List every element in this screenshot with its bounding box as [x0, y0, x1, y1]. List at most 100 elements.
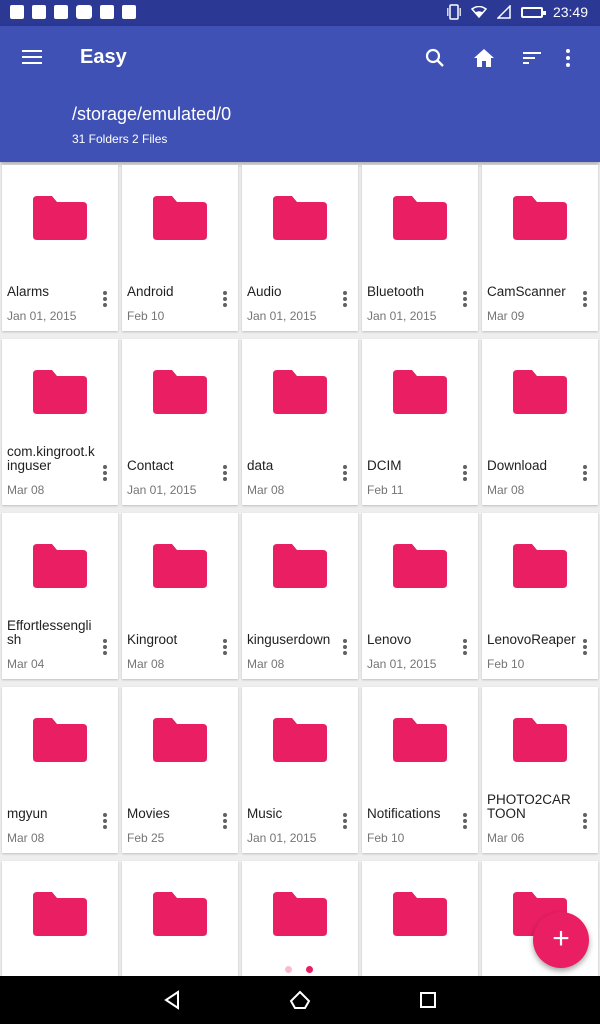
- folder-card[interactable]: Movies Feb 25: [122, 687, 238, 853]
- folder-date: Feb 10: [487, 657, 525, 671]
- more-vert-icon[interactable]: [340, 637, 350, 657]
- clock: 23:49: [552, 4, 588, 20]
- more-vert-icon[interactable]: [340, 289, 350, 309]
- folder-card[interactable]: Audio Jan 01, 2015: [242, 165, 358, 331]
- folder-name: DCIM: [367, 458, 402, 473]
- folder-card[interactable]: [2, 861, 118, 976]
- system-nav-bar: [0, 976, 600, 1024]
- folder-card[interactable]: mgyun Mar 08: [2, 687, 118, 853]
- folder-grid: Alarms Jan 01, 2015 Android Feb 10 Audio Jan …: [0, 162, 600, 976]
- more-vert-icon[interactable]: [100, 463, 110, 483]
- more-vert-icon[interactable]: [220, 463, 230, 483]
- more-vert-icon[interactable]: [100, 811, 110, 831]
- status-bar: 23:49: [0, 0, 600, 26]
- more-vert-icon[interactable]: [220, 811, 230, 831]
- more-vert-icon[interactable]: [100, 637, 110, 657]
- more-vert-icon[interactable]: [580, 289, 590, 309]
- folder-name: Lenovo: [367, 632, 412, 647]
- folder-card[interactable]: Download Mar 08: [482, 339, 598, 505]
- folder-name: kinguserdown: [247, 632, 331, 647]
- folder-card[interactable]: [122, 861, 238, 976]
- folder-card[interactable]: Music Jan 01, 2015: [242, 687, 358, 853]
- more-vert-icon[interactable]: [460, 289, 470, 309]
- more-vert-icon[interactable]: [220, 289, 230, 309]
- folder-card[interactable]: [242, 861, 358, 976]
- folder-name: data: [247, 458, 274, 473]
- folder-date: Jan 01, 2015: [367, 309, 437, 323]
- folder-card[interactable]: Notifications Feb 10: [362, 687, 478, 853]
- folder-card[interactable]: Bluetooth Jan 01, 2015: [362, 165, 478, 331]
- folder-card[interactable]: Contact Jan 01, 2015: [122, 339, 238, 505]
- image-icon: [54, 5, 68, 19]
- folder-card[interactable]: [362, 861, 478, 976]
- app-bar: Easy /storage/emulated/0 31 Folders 2 Fi…: [0, 26, 600, 162]
- current-path: /storage/emulated/0: [72, 104, 232, 124]
- folder-name: PHOTO2CARTOON: [487, 792, 571, 821]
- folder-card[interactable]: Effortlessenglish Mar 04: [2, 513, 118, 679]
- more-vert-icon[interactable]: [580, 637, 590, 657]
- home-nav-icon[interactable]: [288, 988, 312, 1012]
- folder-card[interactable]: CamScanner Mar 09: [482, 165, 598, 331]
- more-vert-icon[interactable]: [554, 44, 582, 72]
- sort-icon[interactable]: [518, 44, 546, 72]
- folder-card[interactable]: Android Feb 10: [122, 165, 238, 331]
- folder-date: Feb 11: [367, 483, 404, 497]
- folder-date: Mar 08: [127, 657, 165, 671]
- folder-card[interactable]: LenovoReaper Feb 10: [482, 513, 598, 679]
- folder-name: Alarms: [7, 284, 50, 299]
- recents-icon[interactable]: [416, 988, 440, 1012]
- folder-card[interactable]: Lenovo Jan 01, 2015: [362, 513, 478, 679]
- youtube-icon: [76, 5, 92, 19]
- more-vert-icon[interactable]: [340, 811, 350, 831]
- folder-file-count: 31 Folders 2 Files: [72, 132, 168, 146]
- folder-date: Mar 08: [487, 483, 525, 497]
- page-dot-active[interactable]: [306, 966, 313, 973]
- folder-card[interactable]: Kingroot Mar 08: [122, 513, 238, 679]
- folder-date: Mar 08: [247, 483, 285, 497]
- notification-icons: [10, 5, 136, 19]
- folder-card[interactable]: com.kingroot.kinguser Mar 08: [2, 339, 118, 505]
- home-icon[interactable]: [470, 44, 498, 72]
- signal-icon: [496, 5, 511, 19]
- folder-name: Effortlessenglish: [7, 618, 92, 647]
- folder-card[interactable]: kinguserdown Mar 08: [242, 513, 358, 679]
- more-vert-icon[interactable]: [460, 637, 470, 657]
- folder-date: Jan 01, 2015: [367, 657, 437, 671]
- folder-name: Android: [127, 284, 174, 299]
- folder-card[interactable]: Alarms Jan 01, 2015: [2, 165, 118, 331]
- facebook-icon: [10, 5, 24, 19]
- more-vert-icon[interactable]: [460, 463, 470, 483]
- wifi-icon: [470, 6, 487, 18]
- folder-card[interactable]: data Mar 08: [242, 339, 358, 505]
- folder-date: Jan 01, 2015: [127, 483, 197, 497]
- folder-date: Mar 08: [247, 657, 285, 671]
- folder-date: Mar 09: [487, 309, 525, 323]
- folder-date: Jan 01, 2015: [247, 309, 317, 323]
- folder-name: Download: [487, 458, 548, 473]
- search-icon[interactable]: [421, 44, 449, 72]
- folder-date: Mar 04: [7, 657, 45, 671]
- more-vert-icon[interactable]: [100, 289, 110, 309]
- page-indicator: [285, 966, 313, 973]
- folder-name: Movies: [127, 806, 170, 821]
- vibrate-icon: [447, 4, 461, 20]
- folder-name: Music: [247, 806, 283, 821]
- more-vert-icon[interactable]: [460, 811, 470, 831]
- menu-icon[interactable]: [22, 46, 50, 70]
- folder-date: Jan 01, 2015: [7, 309, 77, 323]
- back-icon[interactable]: [160, 988, 184, 1012]
- more-vert-icon[interactable]: [220, 637, 230, 657]
- folder-card[interactable]: PHOTO2CARTOON Mar 06: [482, 687, 598, 853]
- more-vert-icon[interactable]: [580, 463, 590, 483]
- page-dot[interactable]: [285, 966, 292, 973]
- folder-name: Bluetooth: [367, 284, 425, 299]
- folder-name: mgyun: [7, 806, 48, 821]
- more-vert-icon[interactable]: [580, 811, 590, 831]
- folder-name: Notifications: [367, 806, 441, 821]
- more-vert-icon[interactable]: [340, 463, 350, 483]
- folder-card[interactable]: DCIM Feb 11: [362, 339, 478, 505]
- sd-card-icon: [100, 5, 114, 19]
- folder-name: com.kingroot.kinguser: [7, 444, 95, 473]
- folder-date: Jan 01, 2015: [247, 831, 317, 845]
- add-fab-button[interactable]: +: [533, 912, 589, 968]
